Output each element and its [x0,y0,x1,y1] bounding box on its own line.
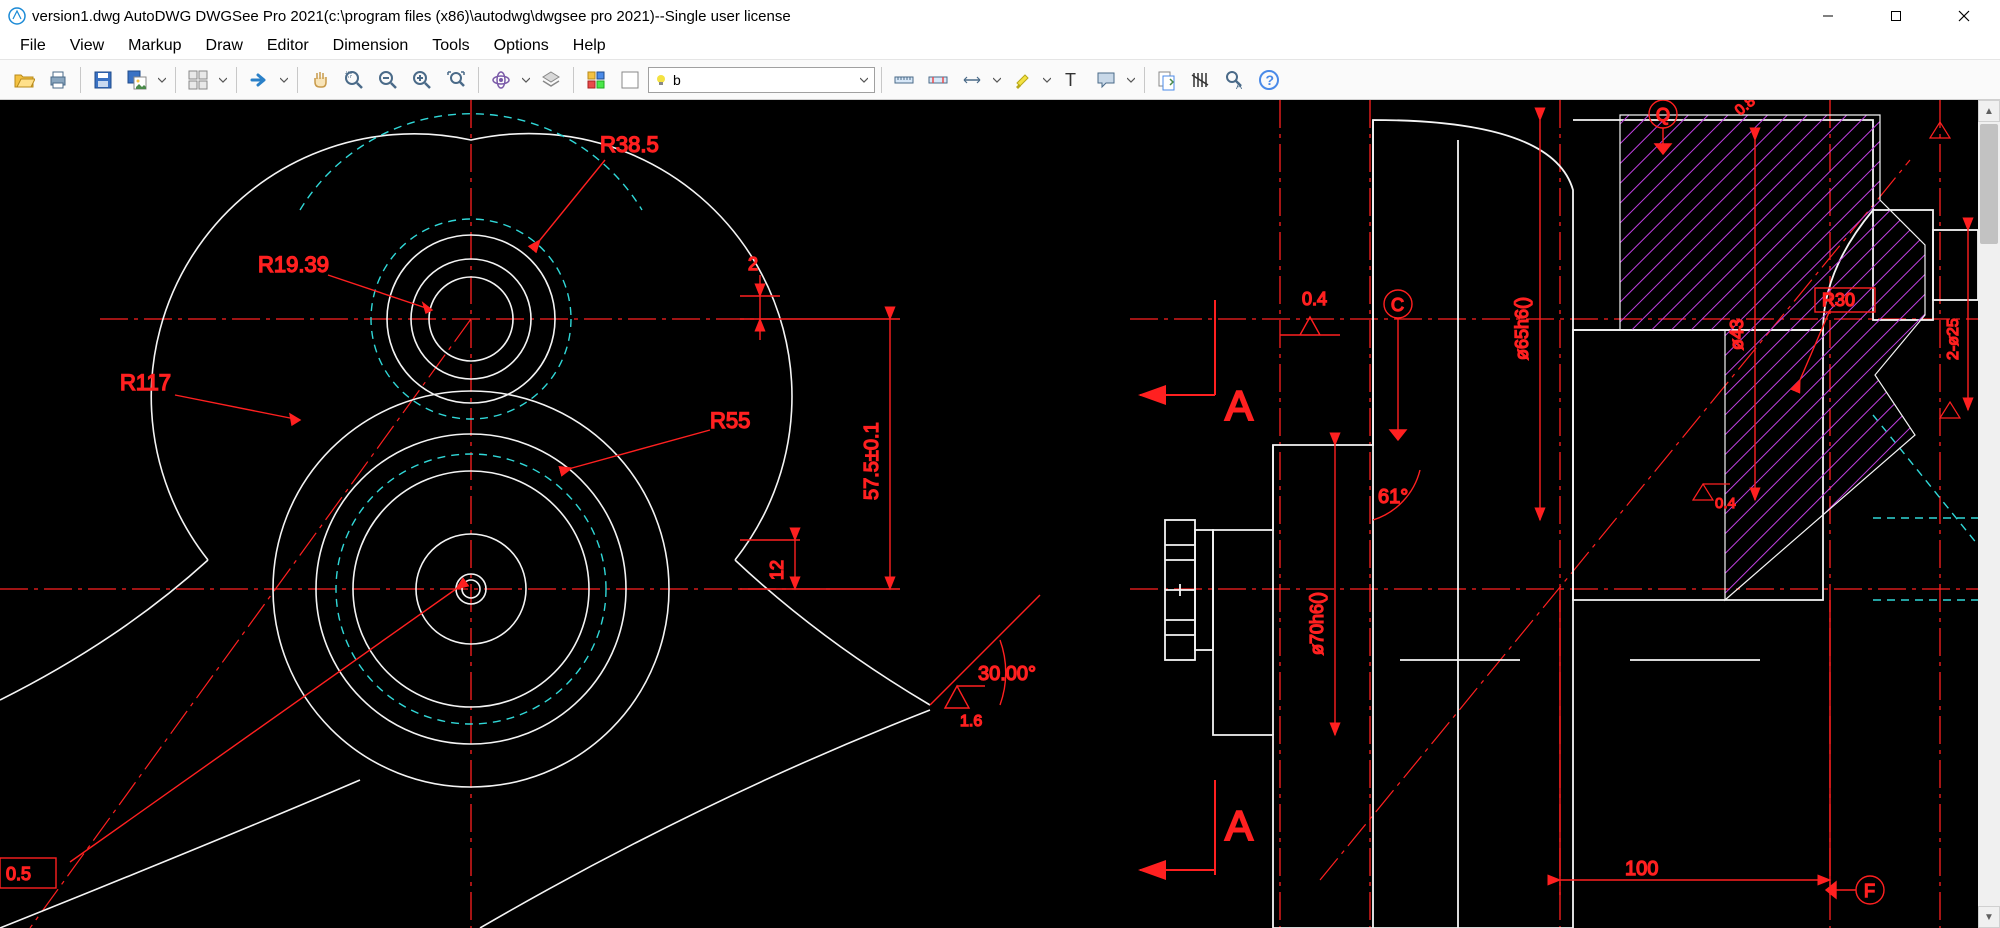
comment-button[interactable] [1090,64,1122,96]
svg-text:?: ? [1266,72,1275,88]
lightbulb-icon [655,74,667,86]
toolbar-separator [881,67,882,93]
vertical-scrollbar[interactable]: ▲ ▼ [1978,100,2000,928]
dim-angle-30: 30.00° [978,663,1036,685]
comment-dropdown[interactable] [1124,64,1138,96]
3d-view-dropdown[interactable] [519,64,533,96]
find-button[interactable]: A [1219,64,1251,96]
save-image-dropdown[interactable] [155,64,169,96]
toolbar-separator [175,67,176,93]
section-a-top: A [1225,382,1253,429]
datum-f: F [1864,881,1875,901]
zoom-extents-button[interactable] [440,64,472,96]
zoom-in-button[interactable] [406,64,438,96]
dim-r19-39: R19.39 [258,252,329,277]
tol-0-5: 0.5 [6,864,31,884]
datum-c: C [1391,295,1404,315]
section-a-bottom: A [1225,802,1253,849]
background-button[interactable] [614,64,646,96]
right-view: A A 0.4 61° 0.4 [1130,100,1978,928]
measure-cumulative-button[interactable] [922,64,954,96]
menubar: File View Markup Draw Editor Dimension T… [0,32,2000,60]
surf-0-4b: 0.4 [1715,495,1736,512]
window-controls [1808,2,1984,30]
maximize-button[interactable] [1876,2,1916,30]
toolbar-separator [1144,67,1145,93]
toolbar: T A ? [0,60,2000,100]
menu-file[interactable]: File [8,34,58,58]
forward-dropdown[interactable] [277,64,291,96]
window-title: version1.dwg AutoDWG DWGSee Pro 2021(c:\… [32,8,1808,25]
copy-clipboard-button[interactable] [1151,64,1183,96]
thumbnail-dropdown[interactable] [216,64,230,96]
surf-0-4a: 0.4 [1302,289,1327,309]
toolbar-separator [297,67,298,93]
app-icon [8,7,26,25]
dim-r55: R55 [710,408,750,433]
layer-props-button[interactable] [580,64,612,96]
text-button[interactable]: T [1056,64,1088,96]
thumbnail-button[interactable] [182,64,214,96]
menu-dimension[interactable]: Dimension [321,34,421,58]
pan-button[interactable] [304,64,336,96]
toolbar-separator [478,67,479,93]
save-image-button[interactable] [121,64,153,96]
dim-dia-65h6: ø65h6() [1512,297,1532,360]
scroll-thumb[interactable] [1980,124,1998,244]
dim-2-of-25: 2-ø25 [1945,318,1962,360]
chevron-down-icon [860,76,868,84]
highlight-dropdown[interactable] [1040,64,1054,96]
menu-editor[interactable]: Editor [255,34,321,58]
minimize-button[interactable] [1808,2,1848,30]
close-button[interactable] [1944,2,1984,30]
dim-r30: R30 [1822,290,1855,310]
toolbar-separator [80,67,81,93]
scroll-track[interactable] [1978,122,2000,906]
layer-select[interactable] [648,67,875,93]
toolbar-separator [573,67,574,93]
highlight-button[interactable] [1006,64,1038,96]
save-button[interactable] [87,64,119,96]
layer-input[interactable] [673,72,854,88]
measure-distance-button[interactable] [888,64,920,96]
dim-2: 2 [748,254,758,274]
svg-text:A: A [1236,81,1242,91]
menu-tools[interactable]: Tools [420,34,481,58]
dim-dia-43: ø43 [1727,319,1747,350]
measure-area-button[interactable] [956,64,988,96]
menu-markup[interactable]: Markup [116,34,193,58]
open-button[interactable] [8,64,40,96]
svg-text:T: T [1065,70,1076,90]
zoom-out-button[interactable] [372,64,404,96]
surf-1-6: 1.6 [960,713,982,730]
scroll-up-button[interactable]: ▲ [1978,100,2000,122]
dim-r117: R117 [120,370,171,395]
titlebar: version1.dwg AutoDWG DWGSee Pro 2021(c:\… [0,0,2000,32]
scroll-down-button[interactable]: ▼ [1978,906,2000,928]
measure-dropdown[interactable] [990,64,1004,96]
menu-options[interactable]: Options [482,34,561,58]
help-button[interactable]: ? [1253,64,1285,96]
datum-q: Q [1656,105,1670,125]
3d-view-button[interactable] [485,64,517,96]
dim-57-5: 57.5±0.1 [861,422,883,500]
dim-12: 12 [767,560,787,580]
menu-draw[interactable]: Draw [194,34,255,58]
dim-dia-70h6: ø70h6() [1307,592,1327,655]
count-button[interactable] [1185,64,1217,96]
toolbar-separator [236,67,237,93]
left-view: R38.5 R19.39 R117 R55 [0,100,1040,928]
dim-r38-5: R38.5 [600,132,659,157]
drawing-canvas[interactable]: R38.5 R19.39 R117 R55 [0,100,2000,928]
dim-100: 100 [1625,858,1658,880]
layers-button[interactable] [535,64,567,96]
dim-angle-61: 61° [1378,486,1408,508]
print-button[interactable] [42,64,74,96]
menu-view[interactable]: View [58,34,116,58]
menu-help[interactable]: Help [561,34,618,58]
zoom-window-button[interactable] [338,64,370,96]
forward-button[interactable] [243,64,275,96]
